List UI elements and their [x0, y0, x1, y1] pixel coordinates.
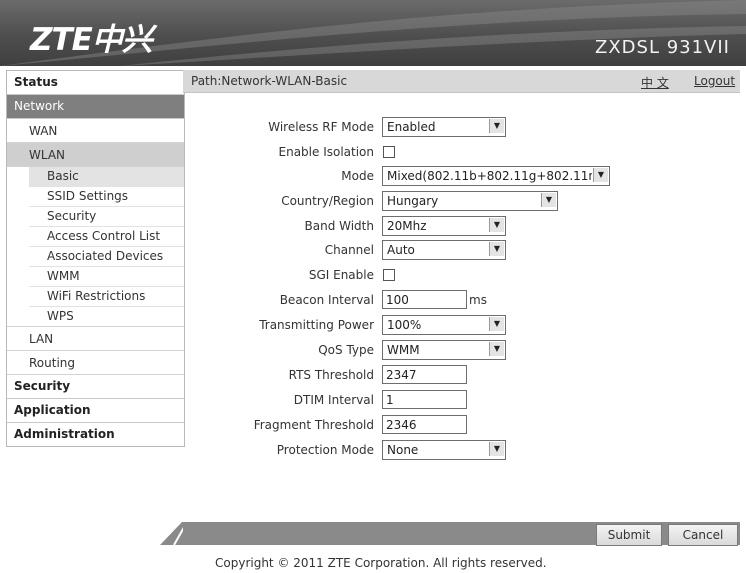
rts-threshold-label: RTS Threshold — [288, 368, 374, 382]
chevron-down-icon: ▼ — [489, 317, 504, 331]
chevron-down-icon: ▼ — [489, 442, 504, 456]
sidebar-item-access-control-list[interactable]: Access Control List — [29, 227, 184, 247]
sidebar-item-wlan-security[interactable]: Security — [29, 207, 184, 227]
sidebar-item-administration[interactable]: Administration — [7, 423, 184, 446]
chevron-down-icon: ▼ — [593, 168, 608, 182]
channel-label: Channel — [324, 243, 374, 257]
beacon-interval-label: Beacon Interval — [279, 293, 374, 307]
sidebar-item-wlan[interactable]: WLAN — [7, 143, 184, 167]
qos-type-select[interactable]: WMM ▼ — [382, 340, 506, 360]
dtim-interval-label: DTIM Interval — [293, 393, 374, 407]
sidebar-item-wmm[interactable]: WMM — [29, 267, 184, 287]
mode-select[interactable]: Mixed(802.11b+802.11g+802.11n) ▼ — [382, 166, 610, 186]
header-banner: ZTE中兴 ZXDSL 931VII — [0, 0, 746, 66]
mode-label: Mode — [341, 169, 374, 183]
chevron-down-icon: ▼ — [489, 218, 504, 232]
sidebar-item-network[interactable]: Network — [7, 95, 184, 119]
row-mode: Mode Mixed(802.11b+802.11g+802.11n) ▼ — [183, 166, 740, 188]
submit-button[interactable]: Submit — [596, 524, 662, 546]
band-width-select[interactable]: 20Mhz ▼ — [382, 216, 506, 236]
wireless-rf-mode-label: Wireless RF Mode — [268, 120, 374, 134]
row-protection-mode: Protection Mode None ▼ — [183, 440, 740, 462]
enable-isolation-checkbox[interactable] — [383, 146, 395, 158]
sidebar-item-status[interactable]: Status — [7, 71, 184, 95]
country-region-value: Hungary — [387, 194, 439, 208]
row-dtim-interval: DTIM Interval 1 — [183, 390, 740, 412]
band-width-label: Band Width — [304, 219, 375, 233]
row-rts-threshold: RTS Threshold 2347 — [183, 365, 740, 387]
transmitting-power-value: 100% — [387, 318, 422, 332]
model-name: ZXDSL 931VII — [595, 37, 730, 58]
protection-mode-value: None — [387, 443, 419, 457]
sgi-enable-label: SGI Enable — [308, 268, 374, 282]
sidebar-item-ssid-settings[interactable]: SSID Settings — [29, 187, 184, 207]
chevron-down-icon: ▼ — [489, 342, 504, 356]
fragment-threshold-input[interactable]: 2346 — [382, 415, 467, 434]
qos-type-value: WMM — [387, 343, 420, 357]
band-width-value: 20Mhz — [387, 219, 427, 233]
sidebar-item-lan[interactable]: LAN — [7, 326, 184, 351]
channel-select[interactable]: Auto ▼ — [382, 240, 506, 260]
chevron-down-icon: ▼ — [489, 242, 504, 256]
zte-logo: ZTE中兴 — [30, 22, 153, 58]
wireless-rf-mode-value: Enabled — [387, 120, 436, 134]
mode-value: Mixed(802.11b+802.11g+802.11n) — [387, 169, 592, 183]
row-wireless-rf-mode: Wireless RF Mode Enabled ▼ — [183, 117, 740, 139]
rts-threshold-value: 2347 — [386, 368, 417, 382]
breadcrumb: Path:Network-WLAN-Basic — [191, 74, 348, 88]
transmitting-power-select[interactable]: 100% ▼ — [382, 315, 506, 335]
protection-mode-label: Protection Mode — [276, 443, 374, 457]
transmitting-power-label: Transmitting Power — [259, 318, 374, 332]
sidebar-item-wifi-restrictions[interactable]: WiFi Restrictions — [29, 287, 184, 307]
fragment-threshold-label: Fragment Threshold — [253, 418, 374, 432]
wireless-rf-mode-select[interactable]: Enabled ▼ — [382, 117, 506, 137]
qos-type-label: QoS Type — [318, 343, 374, 357]
row-country-region: Country/Region Hungary ▼ — [183, 191, 740, 213]
sidebar-item-basic[interactable]: Basic — [29, 167, 184, 187]
beacon-interval-value: 100 — [386, 293, 409, 307]
beacon-interval-input[interactable]: 100 — [382, 290, 467, 309]
row-qos-type: QoS Type WMM ▼ — [183, 340, 740, 362]
sidebar-item-wps[interactable]: WPS — [29, 307, 184, 326]
protection-mode-select[interactable]: None ▼ — [382, 440, 506, 460]
chevron-down-icon: ▼ — [541, 193, 556, 207]
sidebar-item-associated-devices[interactable]: Associated Devices — [29, 247, 184, 267]
chevron-down-icon: ▼ — [489, 119, 504, 133]
path-bar: Path:Network-WLAN-Basic 中 文 Logout — [183, 70, 740, 93]
sidebar-nav: Status Network WAN WLAN Basic SSID Setti… — [6, 70, 185, 447]
enable-isolation-label: Enable Isolation — [278, 145, 375, 159]
country-region-select[interactable]: Hungary ▼ — [382, 191, 558, 211]
sidebar-item-wan[interactable]: WAN — [7, 119, 184, 143]
language-link[interactable]: 中 文 — [641, 74, 669, 91]
beacon-interval-unit: ms — [469, 293, 487, 307]
row-transmitting-power: Transmitting Power 100% ▼ — [183, 315, 740, 337]
rts-threshold-input[interactable]: 2347 — [382, 365, 467, 384]
country-region-label: Country/Region — [281, 194, 374, 208]
copyright-text: Copyright © 2011 ZTE Corporation. All ri… — [215, 556, 547, 570]
sidebar-item-routing[interactable]: Routing — [7, 351, 184, 375]
sidebar-item-security[interactable]: Security — [7, 375, 184, 399]
row-channel: Channel Auto ▼ — [183, 240, 740, 262]
dtim-interval-input[interactable]: 1 — [382, 390, 467, 409]
sgi-enable-checkbox[interactable] — [383, 269, 395, 281]
fragment-threshold-value: 2346 — [386, 418, 417, 432]
row-sgi-enable: SGI Enable — [183, 265, 740, 287]
dtim-interval-value: 1 — [386, 393, 394, 407]
cancel-button[interactable]: Cancel — [668, 524, 738, 546]
logout-link[interactable]: Logout — [694, 74, 735, 88]
channel-value: Auto — [387, 243, 415, 257]
row-enable-isolation: Enable Isolation — [183, 142, 740, 164]
row-band-width: Band Width 20Mhz ▼ — [183, 216, 740, 238]
sidebar-item-application[interactable]: Application — [7, 399, 184, 423]
row-fragment-threshold: Fragment Threshold 2346 — [183, 415, 740, 437]
row-beacon-interval: Beacon Interval 100 ms — [183, 290, 740, 312]
